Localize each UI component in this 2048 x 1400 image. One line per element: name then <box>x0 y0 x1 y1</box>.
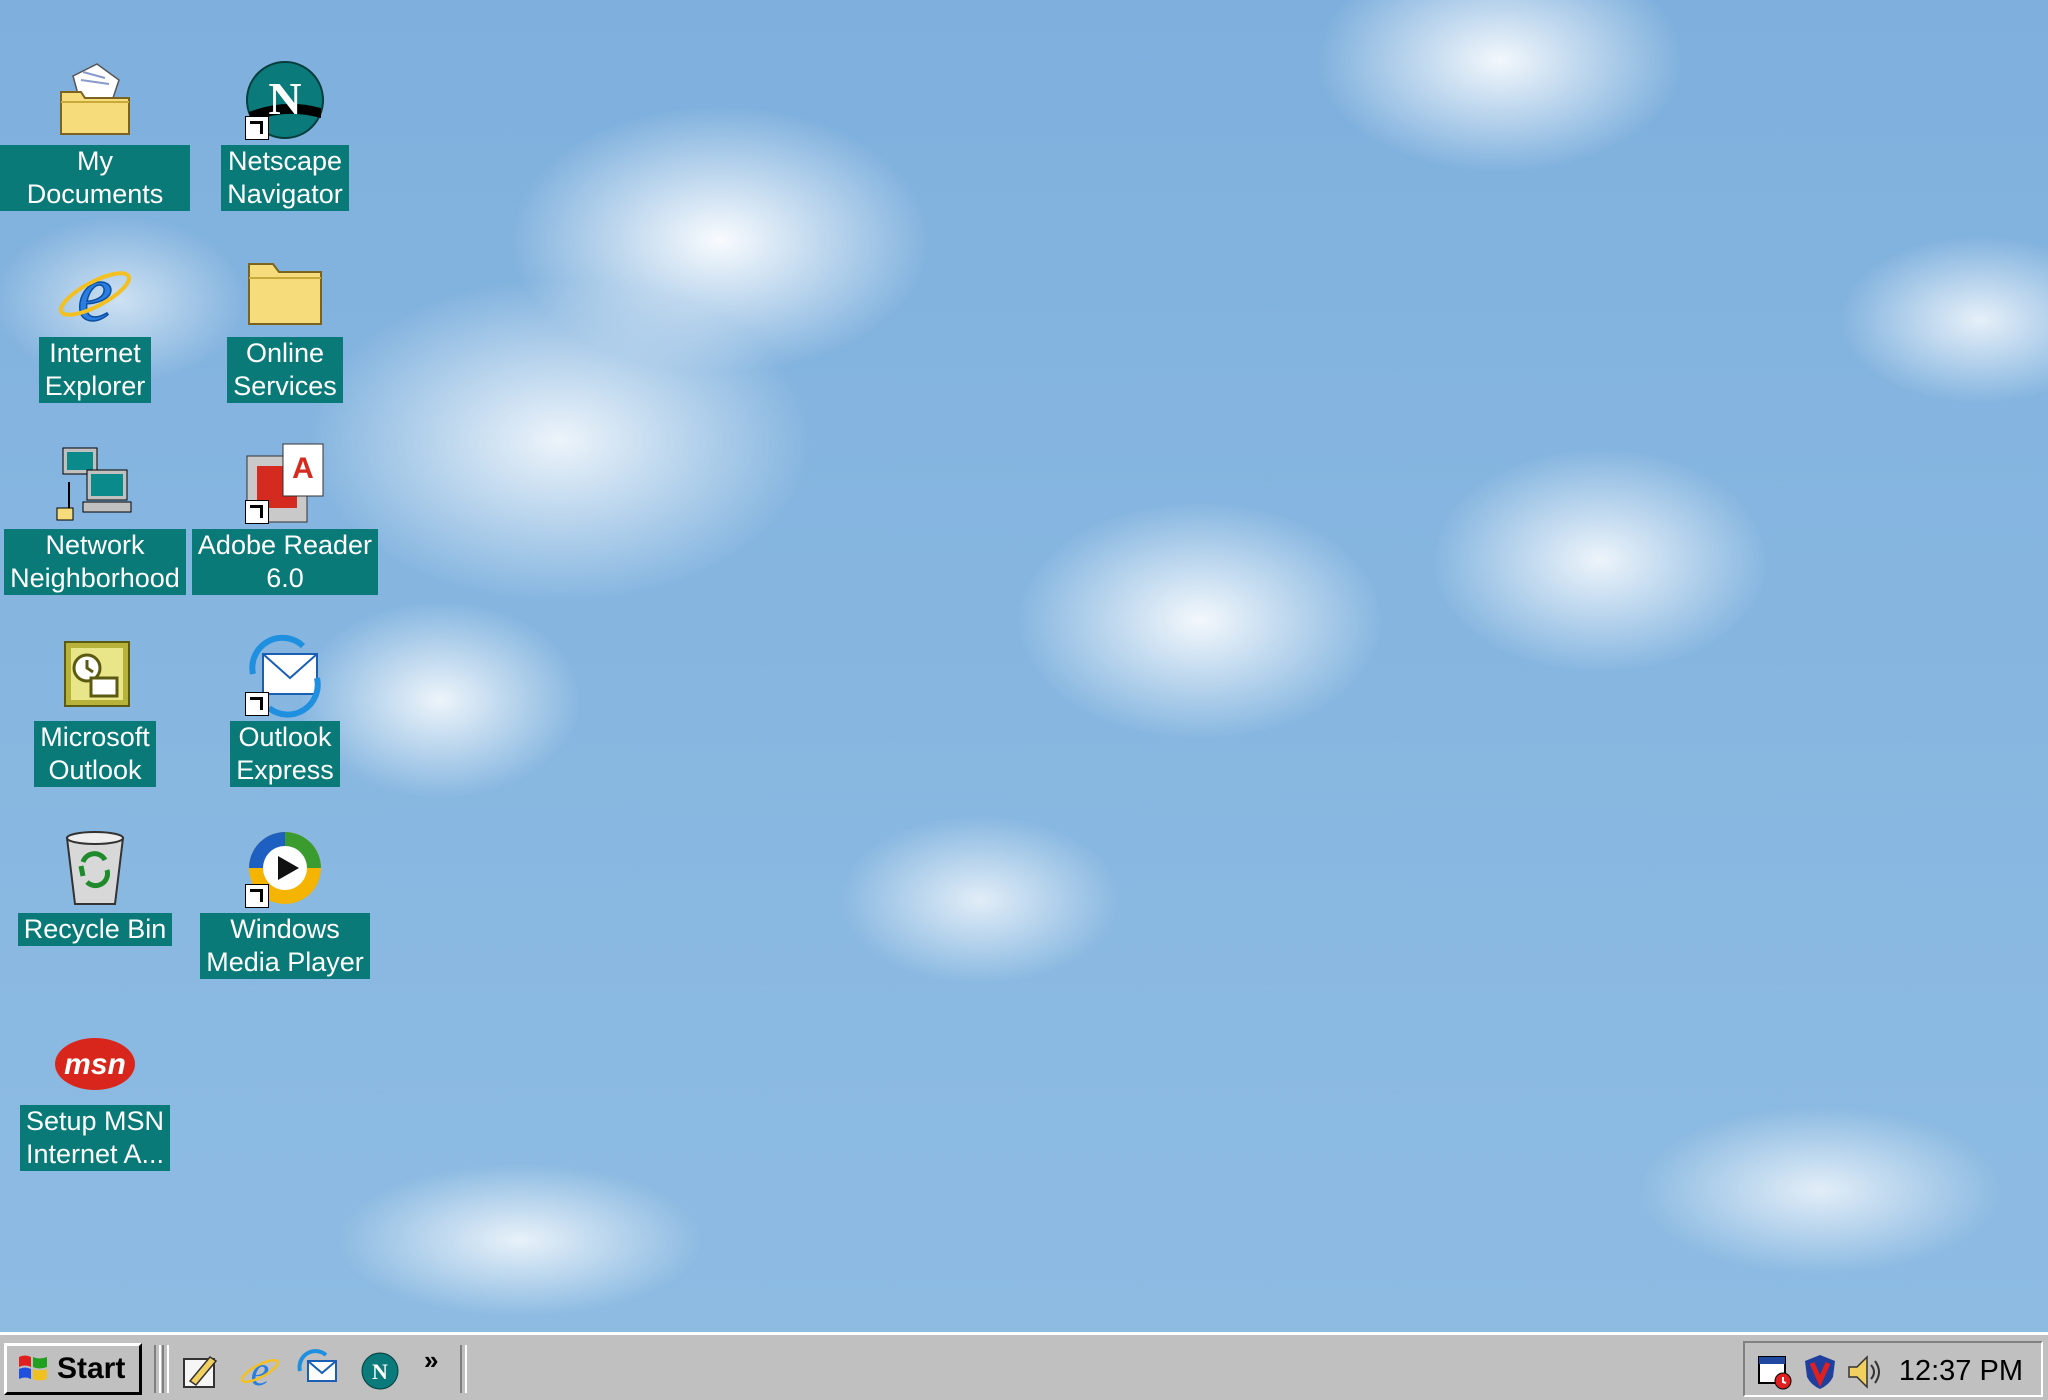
desktop-icon-label: Online Services <box>227 337 343 403</box>
svg-text:msn: msn <box>64 1048 126 1081</box>
task-scheduler-icon[interactable] <box>1757 1353 1795 1391</box>
desktop-icon-label: Internet Explorer <box>38 337 152 403</box>
desktop-icon-internet-explorer[interactable]: e Internet Explorer <box>0 249 190 403</box>
desktop-icon-microsoft-outlook[interactable]: Microsoft Outlook <box>0 634 190 787</box>
adobe-reader-icon: A <box>243 442 327 526</box>
desktop-icon-my-documents[interactable]: My Documents <box>0 58 190 211</box>
network-computers-icon <box>53 442 137 526</box>
shortcut-arrow-icon <box>245 692 269 716</box>
desktop-icon-label: Recycle Bin <box>17 913 173 946</box>
outlook-icon <box>53 634 137 718</box>
outlook-express-icon <box>243 634 327 718</box>
svg-text:N: N <box>268 73 301 124</box>
taskbar-separator <box>154 1345 161 1393</box>
shortcut-arrow-icon <box>245 500 269 524</box>
desktop-icon-label: Windows Media Player <box>200 913 370 979</box>
internet-explorer-icon[interactable]: e <box>238 1349 282 1395</box>
media-player-icon <box>243 826 327 910</box>
svg-text:e: e <box>251 1349 270 1393</box>
desktop-icon-label: Adobe Reader 6.0 <box>191 529 379 595</box>
svg-text:e: e <box>77 250 113 334</box>
start-label: Start <box>57 1352 126 1385</box>
taskbar: Start e N » 12:37 PM <box>0 1332 2048 1400</box>
clock[interactable]: 12:37 PM <box>1899 1355 2023 1388</box>
system-tray: 12:37 PM <box>1743 1341 2043 1397</box>
folder-icon <box>243 250 327 334</box>
show-desktop-icon[interactable] <box>180 1349 224 1393</box>
netscape-icon[interactable]: N <box>358 1349 402 1393</box>
desktop-icon-outlook-express[interactable]: Outlook Express <box>190 634 380 787</box>
svg-text:A: A <box>292 452 314 485</box>
desktop-icon-windows-media-player[interactable]: Windows Media Player <box>190 826 380 979</box>
desktop-icon-label: My Documents <box>0 145 190 211</box>
desktop-icon-recycle-bin[interactable]: Recycle Bin <box>0 826 190 946</box>
desktop-icon-network-neighborhood[interactable]: Network Neighborhood <box>0 442 190 595</box>
recycle-bin-icon <box>53 826 137 910</box>
desktop-icon-setup-msn[interactable]: msn Setup MSN Internet A... <box>0 1018 190 1171</box>
folder-documents-icon <box>53 58 137 142</box>
desktop[interactable]: My Documents e Internet Explorer Network… <box>0 0 2048 1332</box>
desktop-icon-label: Outlook Express <box>230 721 340 787</box>
windows-logo-icon <box>19 1355 47 1381</box>
volume-icon[interactable] <box>1845 1353 1883 1391</box>
quick-launch-more-button[interactable]: » <box>424 1345 438 1376</box>
desktop-icon-label: Network Neighborhood <box>4 529 186 595</box>
desktop-icon-label: Microsoft Outlook <box>34 721 156 787</box>
outlook-express-icon[interactable] <box>296 1349 340 1393</box>
desktop-icon-label: Setup MSN Internet A... <box>19 1105 171 1171</box>
desktop-icon-adobe-reader[interactable]: A Adobe Reader 6.0 <box>190 442 380 595</box>
desktop-icon-label: Netscape Navigator <box>221 145 349 211</box>
desktop-icon-netscape-navigator[interactable]: N Netscape Navigator <box>190 58 380 211</box>
taskbar-separator <box>162 1345 169 1393</box>
internet-explorer-icon: e <box>53 249 137 339</box>
taskbar-separator <box>460 1345 467 1393</box>
desktop-icon-online-services[interactable]: Online Services <box>190 250 380 403</box>
start-button[interactable]: Start <box>4 1343 142 1395</box>
shortcut-arrow-icon <box>245 884 269 908</box>
shortcut-arrow-icon <box>245 116 269 140</box>
svg-text:N: N <box>372 1359 388 1384</box>
netscape-icon: N <box>243 58 327 142</box>
msn-icon: msn <box>53 1018 137 1102</box>
antivirus-shield-icon[interactable] <box>1801 1353 1839 1391</box>
